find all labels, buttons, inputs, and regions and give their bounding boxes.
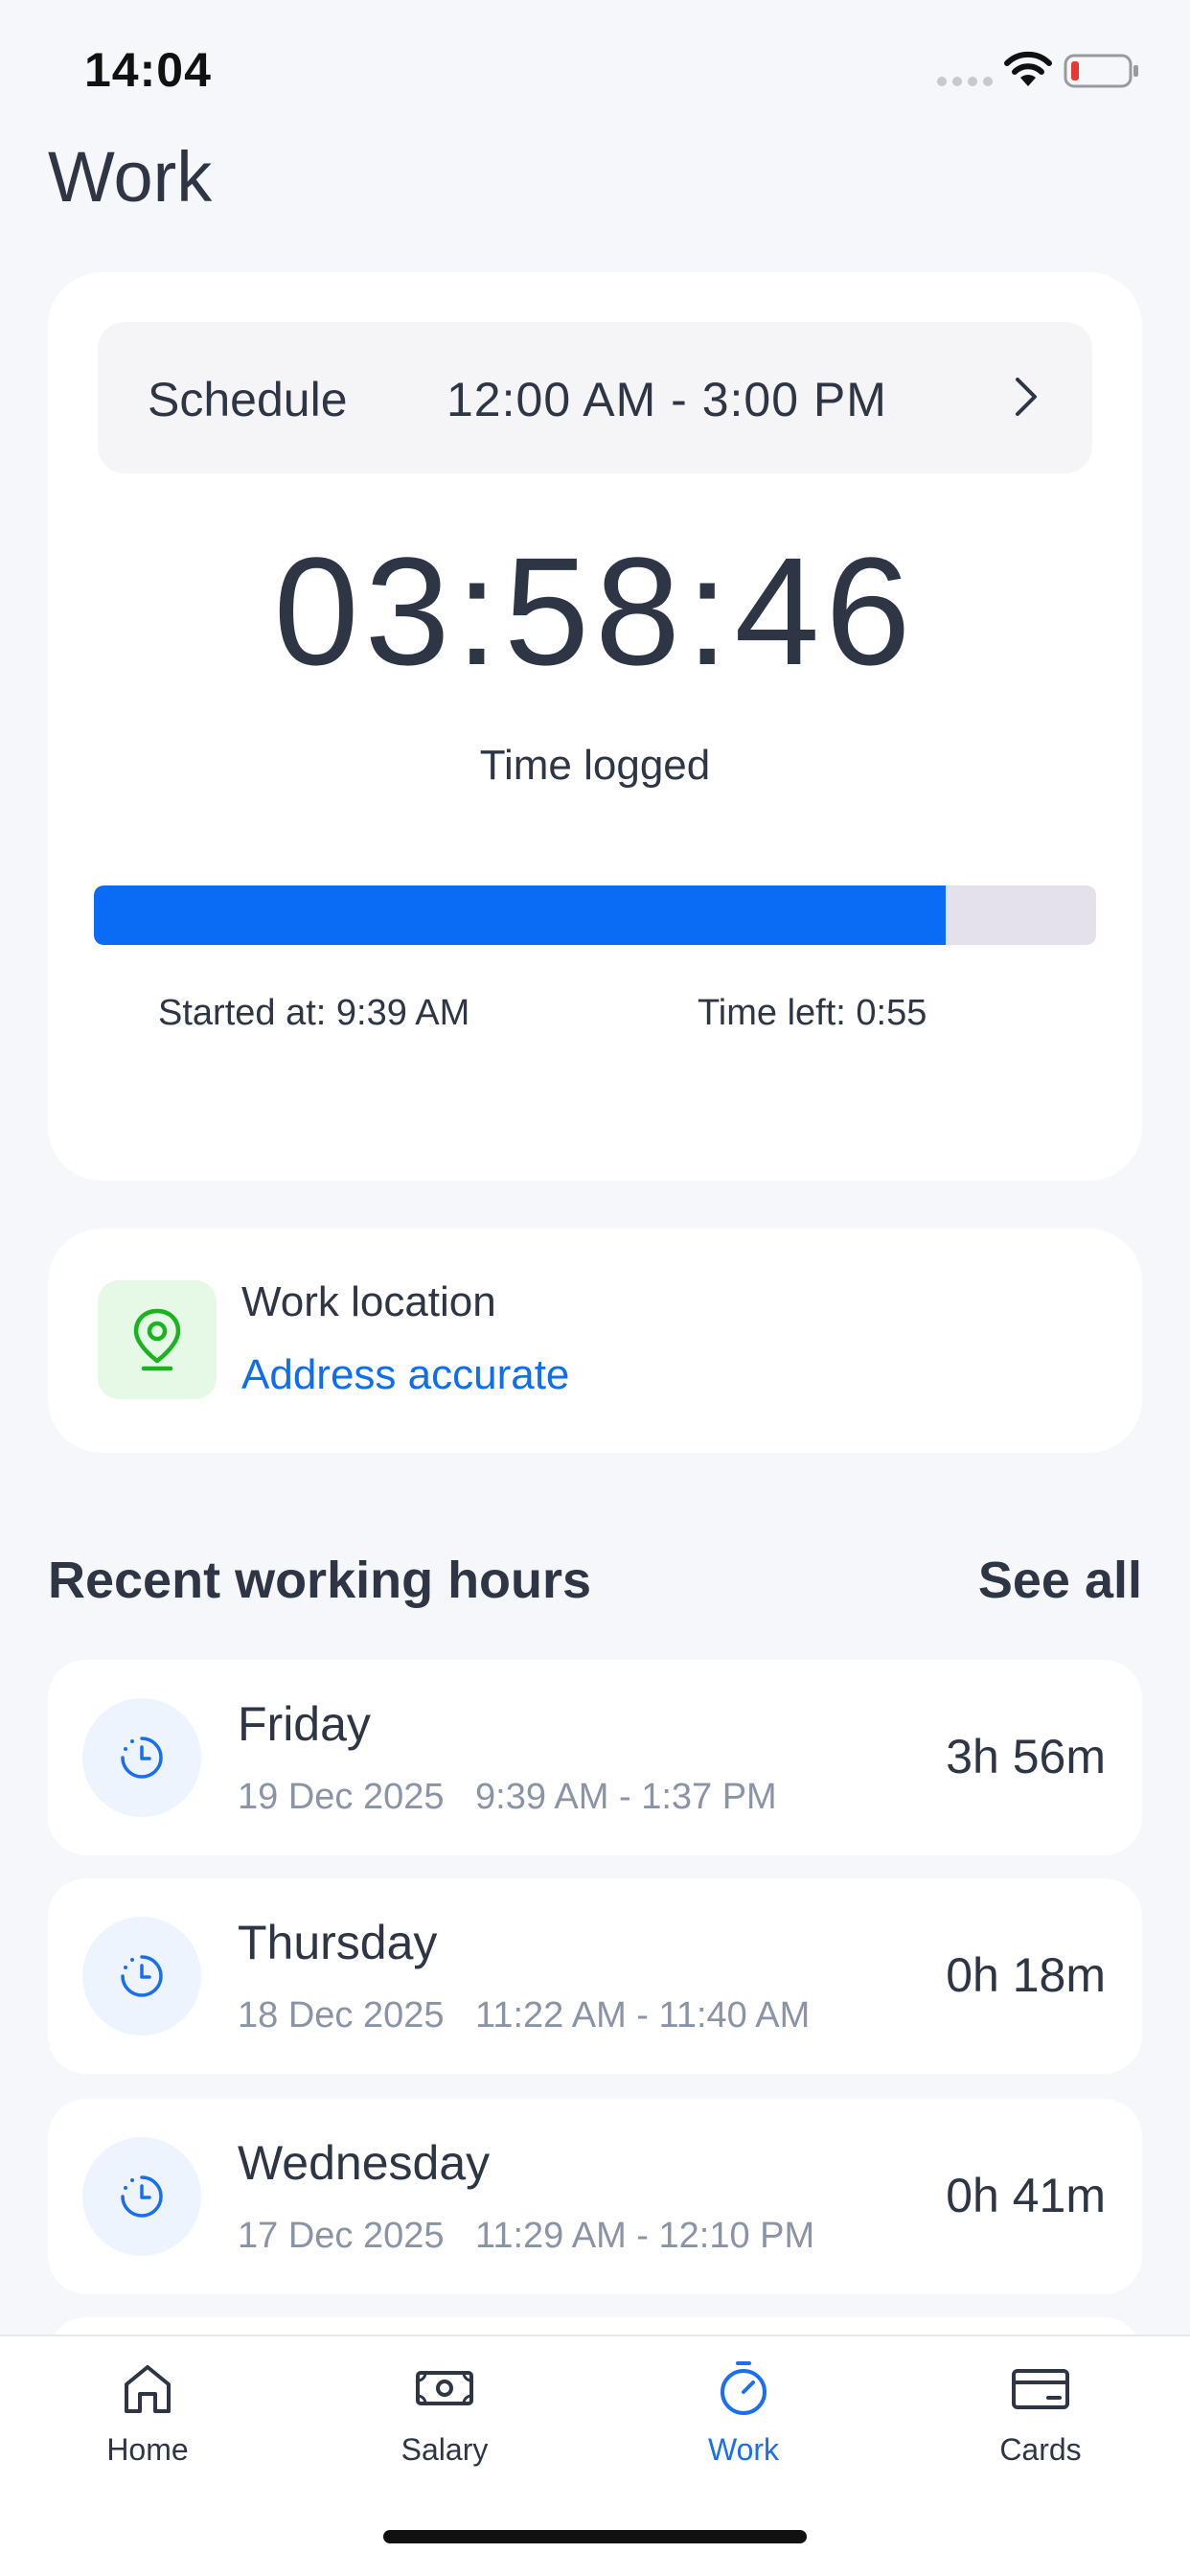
list-item[interactable]: Thursday 18 Dec 2025 11:22 AM - 11:40 AM… bbox=[48, 1878, 1142, 2074]
page-title: Work bbox=[48, 137, 213, 217]
history-time-range: 9:39 AM - 1:37 PM bbox=[475, 1777, 777, 1817]
tab-salary-label: Salary bbox=[400, 2432, 489, 2467]
elapsed-timer: 03:58:46 bbox=[273, 525, 917, 697]
history-day: Thursday bbox=[238, 1916, 438, 1969]
history-date: 17 Dec 2025 bbox=[238, 2216, 445, 2256]
history-time-range: 11:22 AM - 11:40 AM bbox=[475, 1995, 811, 2036]
clock-icon bbox=[82, 1917, 201, 2036]
wifi-icon bbox=[1004, 51, 1052, 86]
shift-progress-bar bbox=[94, 886, 1096, 945]
tab-cards[interactable]: Cards bbox=[945, 2358, 1136, 2501]
timer-card: Schedule 12:00 AM - 3:00 PM 03:58:46 Tim… bbox=[48, 272, 1142, 1181]
history-day: Friday bbox=[238, 1697, 371, 1751]
map-pin-icon bbox=[133, 1308, 181, 1371]
schedule-row[interactable]: Schedule 12:00 AM - 3:00 PM bbox=[98, 322, 1092, 473]
tab-home-label: Home bbox=[106, 2432, 189, 2467]
history-date: 18 Dec 2025 bbox=[238, 1995, 445, 2036]
banknote-icon bbox=[416, 2371, 473, 2405]
status-bar: 14:04 bbox=[0, 0, 1190, 144]
stopwatch-icon bbox=[721, 2361, 767, 2415]
started-at-label: Started at: 9:39 AM bbox=[158, 993, 470, 1033]
work-location-card[interactable]: Work location Address accurate bbox=[48, 1229, 1142, 1453]
history-day: Wednesday bbox=[238, 2136, 491, 2190]
list-item[interactable]: Wednesday 17 Dec 2025 11:29 AM - 12:10 P… bbox=[48, 2099, 1142, 2294]
tab-work[interactable]: Work bbox=[648, 2358, 839, 2501]
schedule-value: 12:00 AM - 3:00 PM bbox=[446, 373, 887, 426]
tab-work-label: Work bbox=[707, 2432, 780, 2467]
chevron-right-icon bbox=[1016, 378, 1037, 416]
history-duration: 3h 56m bbox=[946, 1730, 1106, 1783]
list-item[interactable]: Friday 19 Dec 2025 9:39 AM - 1:37 PM 3h … bbox=[48, 1660, 1142, 1855]
address-status-link[interactable]: Address accurate bbox=[241, 1351, 569, 1399]
status-time: 14:04 bbox=[84, 43, 212, 97]
schedule-label: Schedule bbox=[148, 373, 348, 426]
work-location-title: Work location bbox=[241, 1278, 496, 1325]
tab-salary[interactable]: Salary bbox=[349, 2358, 540, 2501]
shift-progress-fill bbox=[94, 886, 947, 945]
recent-hours-title: Recent working hours bbox=[48, 1552, 592, 1609]
work-screen: 14:04 Work Schedule 12:00 AM - 3:00 PM 0… bbox=[0, 0, 1190, 2576]
history-duration: 0h 41m bbox=[946, 2169, 1106, 2222]
cellular-signal-icon bbox=[937, 77, 993, 86]
tab-home[interactable]: Home bbox=[52, 2358, 243, 2501]
tab-cards-label: Cards bbox=[999, 2432, 1082, 2467]
see-all-link[interactable]: See all bbox=[978, 1551, 1142, 1610]
history-date: 19 Dec 2025 bbox=[238, 1777, 445, 1817]
home-indicator[interactable] bbox=[383, 2530, 807, 2543]
location-icon-badge bbox=[98, 1280, 217, 1399]
history-time-range: 11:29 AM - 12:10 PM bbox=[475, 2216, 815, 2256]
clock-icon bbox=[82, 2137, 201, 2256]
time-left-label: Time left: 0:55 bbox=[698, 993, 927, 1033]
clock-icon bbox=[82, 1698, 201, 1817]
history-duration: 0h 18m bbox=[946, 1948, 1106, 2002]
card-icon bbox=[1012, 2369, 1069, 2409]
battery-low-icon bbox=[1064, 54, 1138, 88]
home-icon bbox=[125, 2365, 171, 2413]
timer-caption: Time logged bbox=[479, 742, 711, 789]
